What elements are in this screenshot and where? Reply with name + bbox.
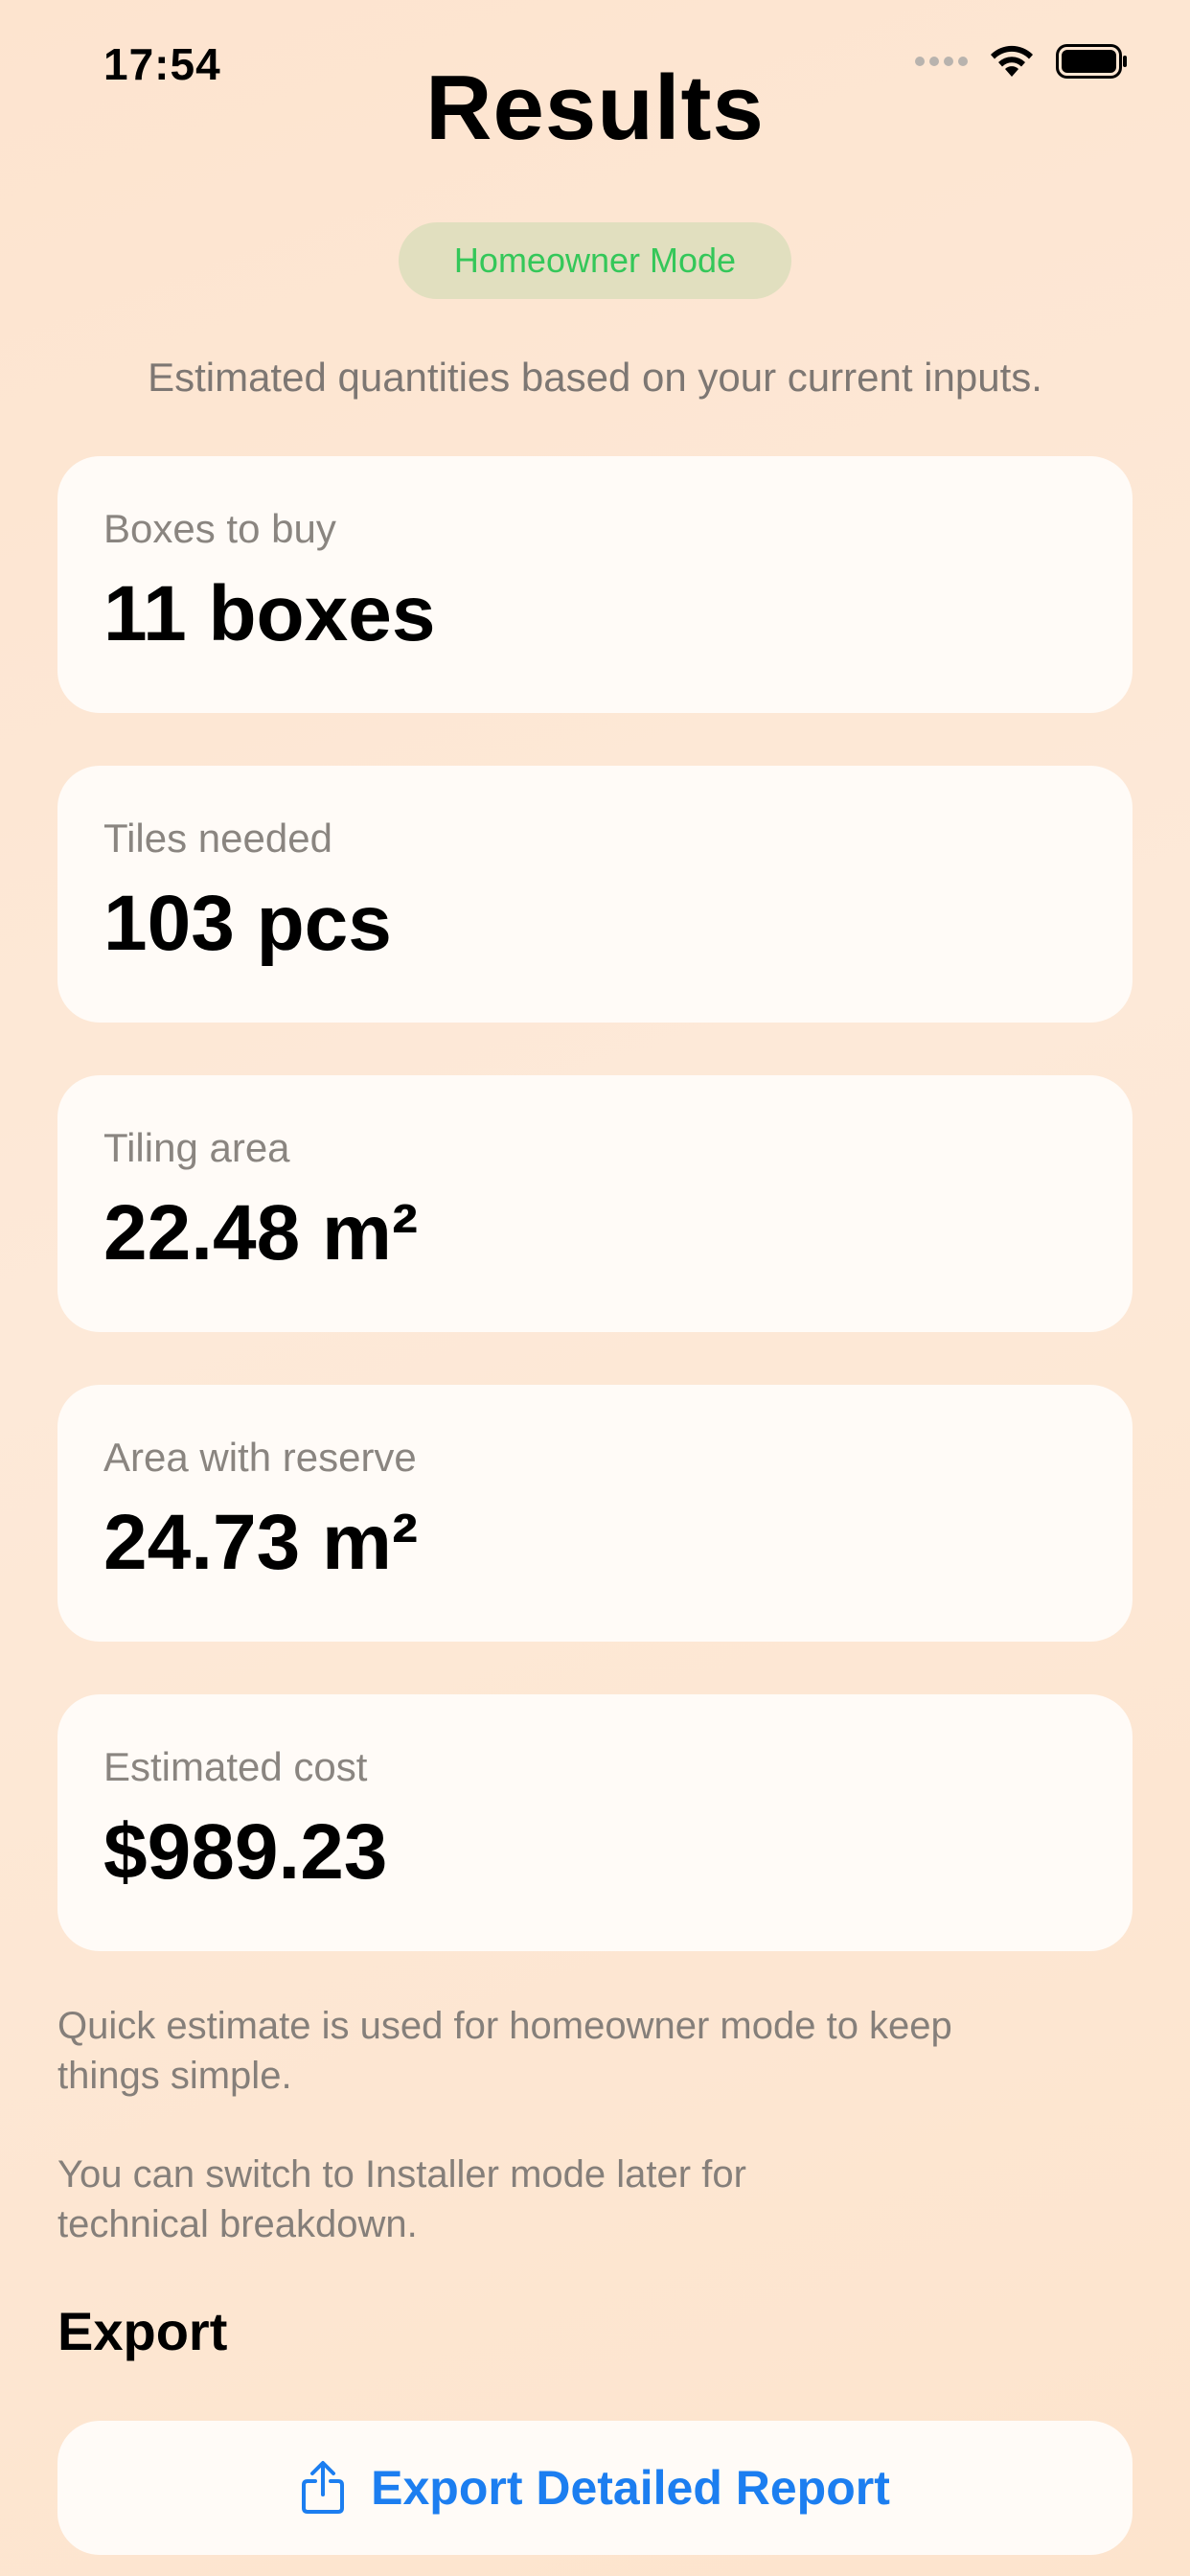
export-report-button[interactable]: Export Detailed Report: [57, 2421, 1133, 2555]
mode-badge[interactable]: Homeowner Mode: [399, 222, 791, 299]
result-value: 103 pcs: [103, 880, 392, 967]
result-label: Estimated cost: [103, 1744, 368, 1789]
result-card-boxes: Boxes to buy 11 boxes: [57, 456, 1133, 713]
note-quick-estimate: Quick estimate is used for homeowner mod…: [57, 2001, 1092, 2101]
note-line: Quick estimate is used for homeowner mod…: [57, 2005, 952, 2047]
export-button-label: Export Detailed Report: [371, 2461, 890, 2515]
result-label: Tiling area: [103, 1125, 290, 1170]
result-card-area-reserve: Area with reserve 24.73 m²: [57, 1385, 1133, 1642]
result-card-tiles: Tiles needed 103 pcs: [57, 766, 1133, 1023]
note-line: You can switch to Installer mode later f…: [57, 2153, 746, 2196]
result-value: 22.48 m²: [103, 1189, 419, 1276]
result-value: 11 boxes: [103, 570, 436, 657]
export-section-title: Export: [57, 2301, 228, 2361]
result-value: $989.23: [103, 1808, 388, 1896]
result-card-tiling-area: Tiling area 22.48 m²: [57, 1075, 1133, 1332]
result-value: 24.73 m²: [103, 1499, 419, 1586]
result-card-cost: Estimated cost $989.23: [57, 1694, 1133, 1951]
note-installer-mode: You can switch to Installer mode later f…: [57, 2150, 1092, 2249]
share-icon: [302, 2461, 345, 2514]
result-label: Boxes to buy: [103, 506, 336, 551]
results-subtitle: Estimated quantities based on your curre…: [148, 355, 1042, 400]
note-line: technical breakdown.: [57, 2203, 418, 2245]
result-label: Tiles needed: [103, 816, 332, 861]
result-label: Area with reserve: [103, 1435, 417, 1480]
note-line: things simple.: [57, 2055, 292, 2097]
page-title: Results: [425, 57, 765, 159]
